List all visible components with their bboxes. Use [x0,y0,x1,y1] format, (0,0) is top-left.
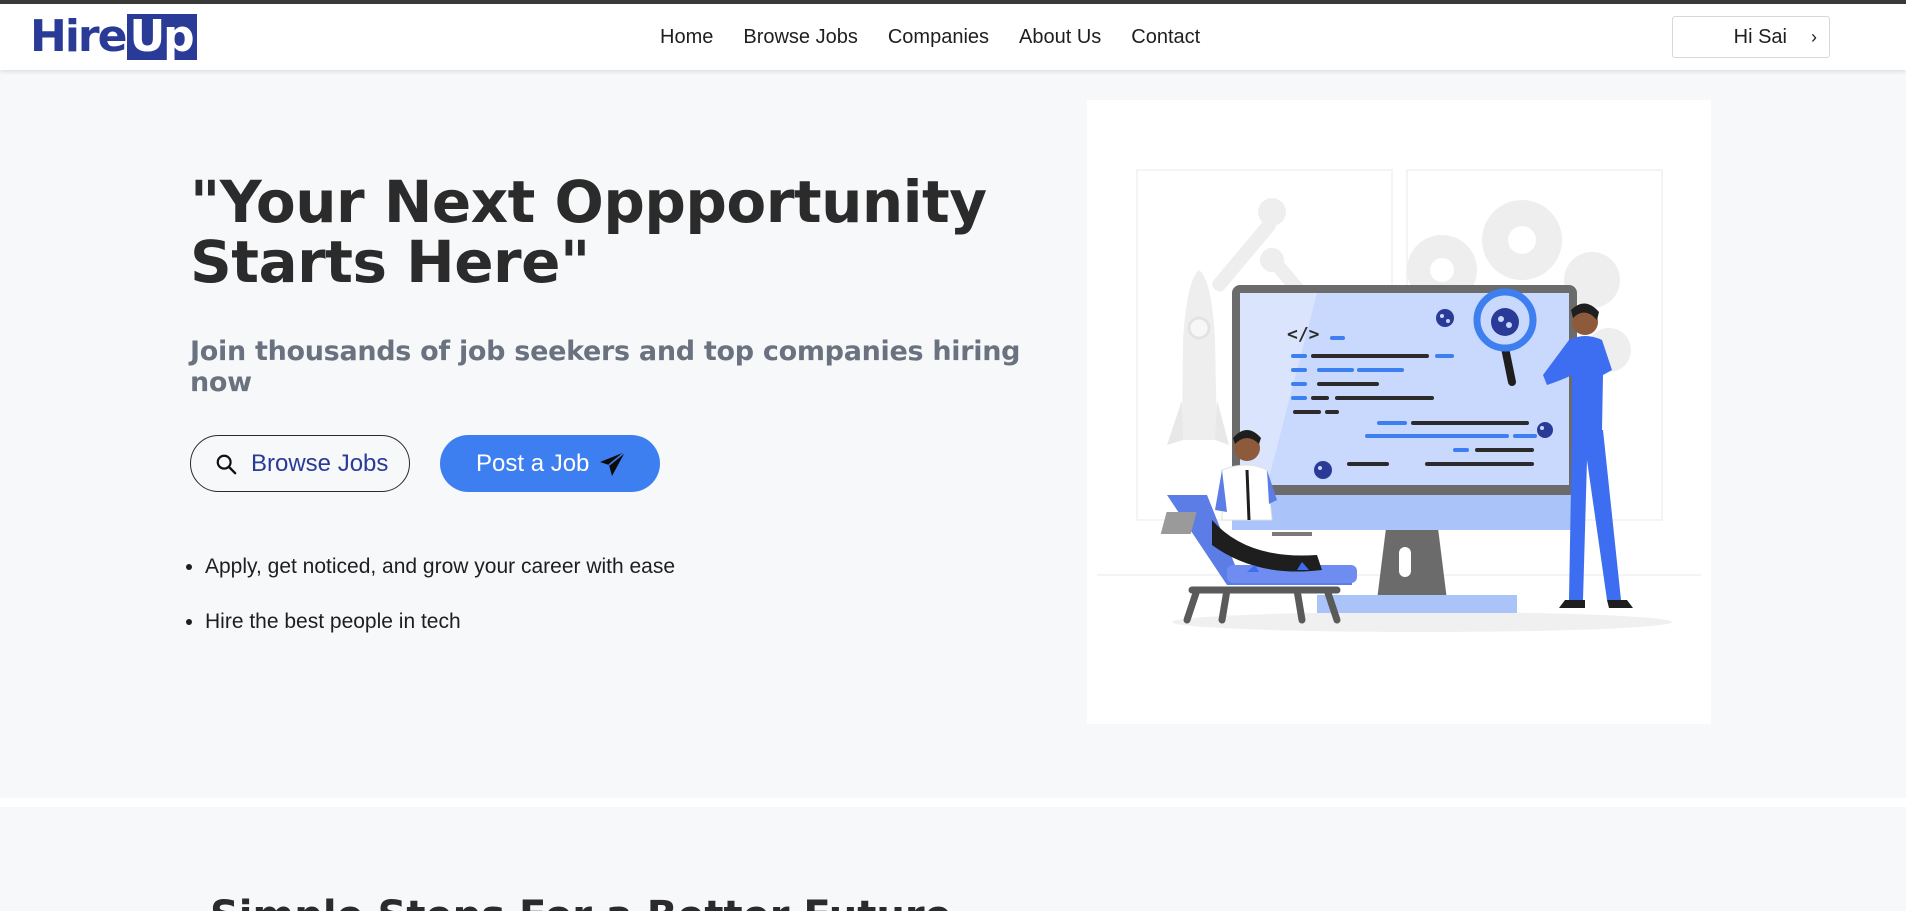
hero-illustration: </> [1097,169,1701,632]
hero-title: "Your Next Oppportunity Starts Here" [190,172,990,292]
paper-plane-icon [600,450,626,476]
feature-item: Apply, get noticed, and grow your career… [205,555,675,580]
nav-browse-jobs[interactable]: Browse Jobs [743,26,858,49]
search-icon [216,454,237,474]
logo[interactable]: Hire Up [30,14,197,60]
post-job-label: Post a Job [476,449,590,477]
next-section-heading: Simple Steps For a Better Future [210,893,1010,911]
browse-jobs-label: Browse Jobs [251,449,389,477]
hero-subtitle: Join thousands of job seekers and top co… [190,336,1021,398]
logo-text-hire: Hire [30,11,127,62]
feature-list: Apply, get noticed, and grow your career… [205,555,675,665]
feature-item: Hire the best people in tech [205,610,675,635]
user-menu-button[interactable]: Hi Sai › [1672,16,1830,58]
chevron-right-icon: › [1811,26,1817,47]
section-divider [0,798,1906,807]
nav-about-us[interactable]: About Us [1019,26,1101,49]
logo-text-up: Up [127,14,197,60]
browse-jobs-button[interactable]: Browse Jobs [190,435,410,492]
post-job-button[interactable]: Post a Job [440,435,660,492]
nav-contact[interactable]: Contact [1131,26,1200,49]
code-tag-text: </> [1287,324,1320,345]
nav-home[interactable]: Home [660,26,713,49]
nav-companies[interactable]: Companies [888,26,989,49]
navbar: Hire Up Home Browse Jobs Companies About… [0,4,1906,70]
hero-illustration-card: </> [1087,100,1711,724]
next-section: Simple Steps For a Better Future [0,807,1906,911]
hero-title-line-1: "Your Next Oppportunity [190,168,987,236]
main-nav: Home Browse Jobs Companies About Us Cont… [660,4,1230,70]
user-greeting: Hi Sai [1733,25,1787,48]
hero-title-line-2: Starts Here" [190,228,590,296]
